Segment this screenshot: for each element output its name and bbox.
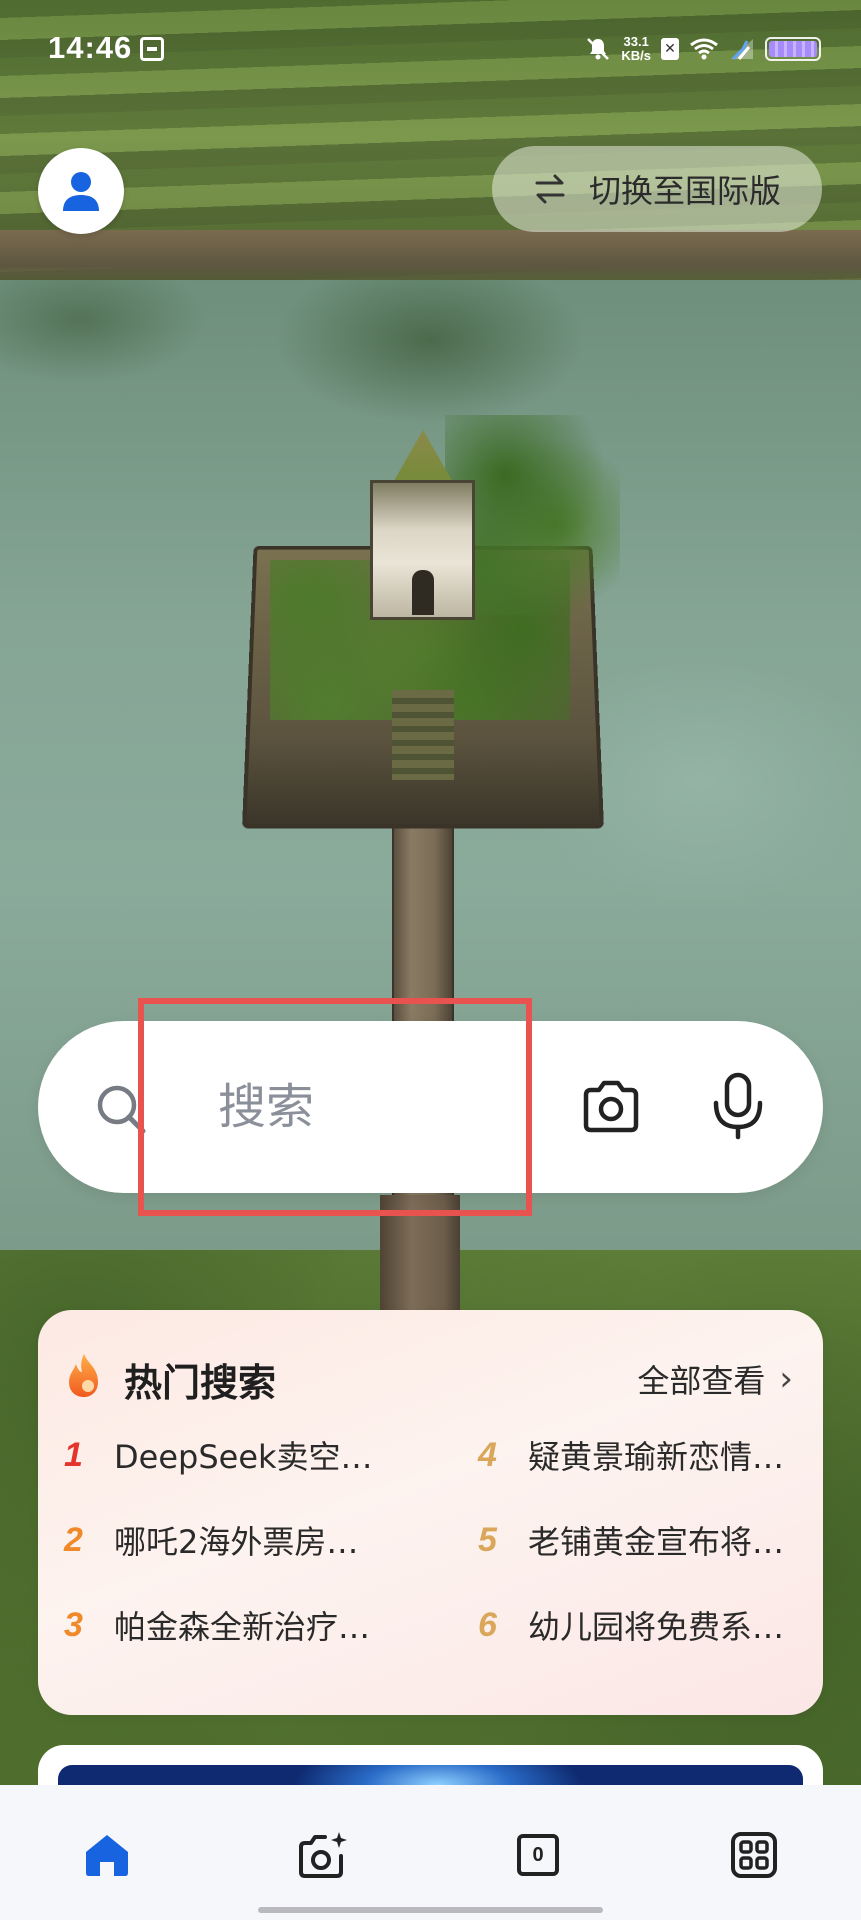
nav-home[interactable] xyxy=(77,1825,137,1885)
bottom-nav: 0 xyxy=(0,1785,861,1920)
view-all-label: 全部查看 xyxy=(637,1362,766,1400)
battery-icon xyxy=(765,37,821,61)
sim-x-icon: ✕ xyxy=(661,38,679,60)
hot-search-rank: 6 xyxy=(478,1605,497,1644)
hot-search-rank: 3 xyxy=(64,1605,83,1644)
wifi-icon xyxy=(690,38,718,60)
status-time: 14:46 xyxy=(48,30,133,65)
switch-international-label: 切换至国际版 xyxy=(588,172,781,210)
hot-search-text: 老铺黄金宣布将… xyxy=(528,1523,785,1561)
hot-search-text: 疑黄景瑜新恋情… xyxy=(528,1438,785,1476)
nav-tabs[interactable]: 0 xyxy=(508,1825,568,1885)
hot-search-card: 热门搜索 全部查看 › 1 DeepSeek卖空… 2 哪吒2海外票房… 3 帕… xyxy=(38,1310,823,1715)
wallpaper-stairs xyxy=(392,690,454,780)
wallpaper-shrine-door xyxy=(412,570,434,615)
user-icon xyxy=(63,172,99,211)
nav-ai-camera[interactable] xyxy=(293,1825,353,1885)
mute-icon xyxy=(587,38,610,60)
hot-search-item-2[interactable]: 2 哪吒2海外票房… xyxy=(64,1515,358,1565)
hot-search-rank: 2 xyxy=(64,1520,83,1559)
hot-search-text: 帕金森全新治疗… xyxy=(114,1608,371,1646)
signal-icon xyxy=(731,39,753,61)
tabs-icon: 0 xyxy=(517,1834,559,1876)
battery-level xyxy=(769,41,817,57)
home-indicator[interactable] xyxy=(258,1907,603,1913)
network-speed-unit: KB/s xyxy=(621,48,651,63)
hot-search-text: 哪吒2海外票房… xyxy=(114,1523,359,1561)
network-speed-value: 33.1 xyxy=(623,34,649,49)
switch-international-button[interactable]: 切换至国际版 xyxy=(492,146,822,232)
hot-search-rank: 5 xyxy=(478,1520,497,1559)
hot-search-item-3[interactable]: 3 帕金森全新治疗… xyxy=(64,1600,370,1650)
chevron-right-icon: › xyxy=(779,1359,793,1399)
hot-search-item-6[interactable]: 6 幼儿园将免费系… xyxy=(478,1600,784,1650)
camera-icon[interactable] xyxy=(580,1077,642,1137)
search-input-highlight xyxy=(138,998,532,1216)
status-icons: 33.1 KB/s ✕ xyxy=(585,32,821,66)
fire-icon xyxy=(69,1354,98,1397)
hot-search-rank: 1 xyxy=(64,1435,83,1474)
home-icon xyxy=(86,1835,128,1876)
nav-apps[interactable] xyxy=(724,1825,784,1885)
hot-search-title: 热门搜索 xyxy=(124,1361,277,1405)
hot-search-text: 幼儿园将免费系… xyxy=(528,1608,785,1646)
hot-search-item-4[interactable]: 4 疑黄景瑜新恋情… xyxy=(478,1430,784,1480)
apps-grid-icon xyxy=(731,1832,777,1878)
hot-search-header: 热门搜索 全部查看 › xyxy=(64,1350,793,1405)
profile-avatar-button[interactable] xyxy=(38,148,124,234)
microphone-icon[interactable] xyxy=(708,1071,768,1141)
swap-arrows-icon xyxy=(535,174,565,204)
notification-icon xyxy=(140,37,164,61)
view-all-button[interactable]: 全部查看 › xyxy=(637,1356,793,1402)
hot-search-rank: 4 xyxy=(478,1435,497,1474)
hot-search-text: DeepSeek卖空… xyxy=(114,1438,373,1476)
network-speed: 33.1 KB/s xyxy=(621,35,651,63)
status-bar: 14:46 33.1 KB/s ✕ xyxy=(0,0,861,100)
hot-search-item-1[interactable]: 1 DeepSeek卖空… xyxy=(64,1430,373,1480)
hot-search-item-5[interactable]: 5 老铺黄金宣布将… xyxy=(478,1515,784,1565)
ai-camera-icon xyxy=(299,1832,347,1878)
